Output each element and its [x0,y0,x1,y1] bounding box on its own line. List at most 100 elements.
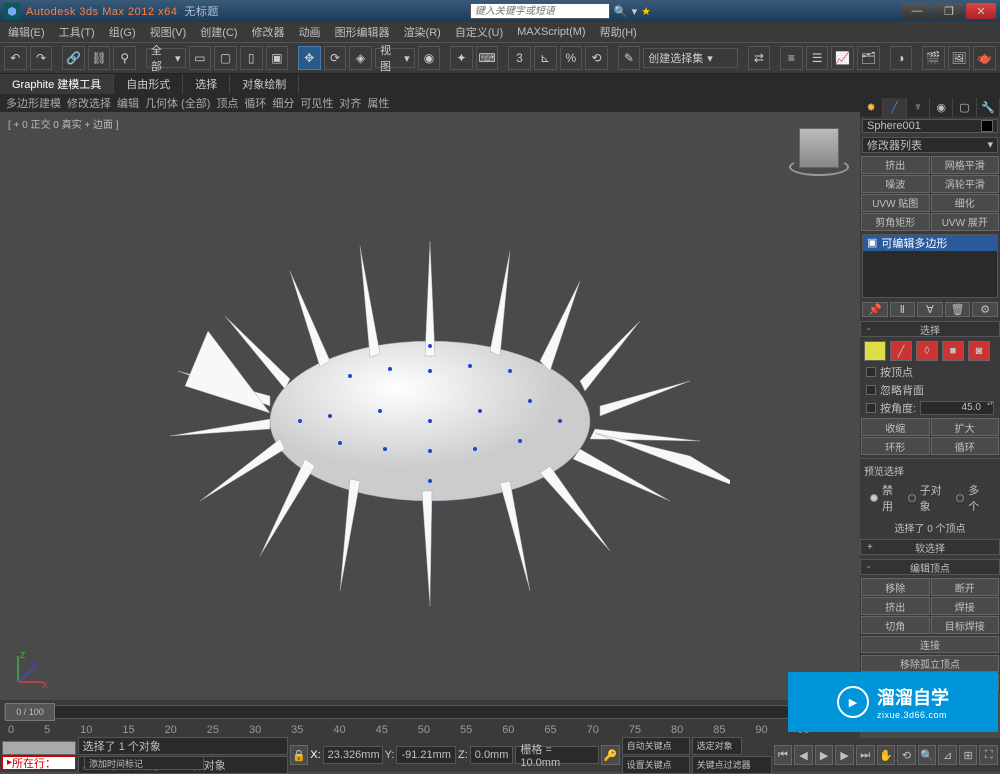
delete-mod-button[interactable]: 🗑 [945,302,971,317]
edit-named-sel-button[interactable]: ✎ [618,46,641,70]
pin-stack-button[interactable]: 📌 [862,302,888,317]
menu-views[interactable]: 视图(V) [150,24,187,40]
render-button[interactable]: 🫖 [973,46,996,70]
chamfer-button[interactable]: 切角 [861,616,930,634]
manipulate-button[interactable]: ✦ [450,46,473,70]
tab-create[interactable]: ✸ [860,98,883,117]
selkey-dropdown[interactable]: 选定对象 [692,737,742,755]
check-byvertex[interactable]: 按顶点 [860,363,1000,381]
rendered-frame-button[interactable]: 🖼 [948,46,971,70]
close-button[interactable]: ✕ [966,3,996,19]
tab-modify[interactable]: ╱ [883,98,906,117]
select-rotate-button[interactable]: ⟳ [324,46,347,70]
subtab-modsel[interactable]: 修改选择 [67,95,111,111]
radio-multi[interactable] [956,494,964,502]
mod-meshsmooth[interactable]: 网格平滑 [931,156,1000,174]
time-slider-thumb[interactable]: 0 / 100 [5,703,55,721]
search-icon[interactable]: 🔍 [614,5,628,18]
time-tag-icon[interactable]: 🔑 [601,745,620,765]
select-button[interactable]: ▭ [189,46,212,70]
menu-group[interactable]: 组(G) [109,24,136,40]
mod-chamferrect[interactable]: 剪角矩形 [861,213,930,231]
goto-end-button[interactable]: ⏭ [856,745,875,765]
addtime-field[interactable]: 添加时间标记 [84,756,204,770]
undo-button[interactable]: ↶ [4,46,27,70]
autokey-button[interactable]: 自动关键点 [622,737,690,755]
subtab-align[interactable]: 对齐 [339,95,361,111]
select-name-button[interactable]: ▢ [214,46,237,70]
ribbon-tab-objectpaint[interactable]: 对象绘制 [230,74,299,94]
material-editor-button[interactable]: ◑ [890,46,913,70]
menu-customize[interactable]: 自定义(U) [455,24,503,40]
snap-toggle-button[interactable]: 3 [508,46,531,70]
angle-spinner[interactable]: 45.0 [920,401,994,415]
radio-subobj[interactable] [908,494,916,502]
setkey-button[interactable]: 设置关键点 [622,756,690,774]
selection-filter-dropdown[interactable]: 全部▾ [146,48,186,68]
menu-tools[interactable]: 工具(T) [59,24,95,40]
axis-gizmo[interactable]: zxy [10,650,50,690]
nav-fov-button[interactable]: ⊿ [938,745,957,765]
loop-button[interactable]: 循环 [931,437,1000,455]
object-name-field[interactable]: Sphere001 [862,119,998,133]
subobj-poly[interactable]: ■ [942,341,964,361]
weld-button[interactable]: 焊接 [931,597,1000,615]
subobj-vertex[interactable]: ∴ [864,341,886,361]
percent-snap-button[interactable]: % [560,46,583,70]
play-button[interactable]: ▶ [815,745,834,765]
radio-disable[interactable] [870,494,878,502]
spinner-snap-button[interactable]: ⟲ [585,46,608,70]
maximize-button[interactable]: ❐ [934,3,964,19]
subobj-element[interactable]: ◙ [968,341,990,361]
check-byangle[interactable] [866,403,876,413]
select-scale-button[interactable]: ◈ [349,46,372,70]
nav-pan-button[interactable]: ✋ [877,745,896,765]
grow-button[interactable]: 扩大 [931,418,1000,436]
extrude-button[interactable]: 挤出 [861,597,930,615]
keyfilter-button[interactable]: 关键点过滤器 [692,756,772,774]
coord-x-field[interactable]: 23.326mm [323,746,383,764]
redo-button[interactable]: ↷ [30,46,53,70]
subtab-edit[interactable]: 编辑 [117,95,139,111]
subtab-geomall[interactable]: 几何体 (全部) [145,95,210,111]
keyboard-shortcut-button[interactable]: ⌨ [476,46,499,70]
shrink-button[interactable]: 收缩 [861,418,930,436]
minimize-button[interactable]: — [902,3,932,19]
refcoord-dropdown[interactable]: 视图▾ [375,48,415,68]
render-setup-button[interactable]: 🎬 [922,46,945,70]
stack-item-editablepoly[interactable]: ▣可编辑多边形 [863,235,997,251]
ribbon-tab-freeform[interactable]: 自由形式 [114,74,183,94]
menu-edit[interactable]: 编辑(E) [8,24,45,40]
mod-noise[interactable]: 噪波 [861,175,930,193]
prev-frame-button[interactable]: ◀ [794,745,813,765]
modifier-list-dropdown[interactable]: 修改器列表▾ [862,137,998,153]
next-frame-button[interactable]: ▶ [835,745,854,765]
rollout-editverts[interactable]: 编辑顶点 [860,559,1000,575]
named-selection-dropdown[interactable]: 创建选择集▾ [643,48,738,68]
window-crossing-button[interactable]: ▣ [266,46,289,70]
menu-rendering[interactable]: 渲染(R) [404,24,441,40]
remove-iso-button[interactable]: 移除孤立顶点 [861,655,999,672]
subtab-subdiv[interactable]: 细分 [272,95,294,111]
targetweld-button[interactable]: 目标焊接 [931,616,1000,634]
mod-extrude[interactable]: 挤出 [861,156,930,174]
ribbon-tab-selection[interactable]: 选择 [183,74,230,94]
menu-modifiers[interactable]: 修改器 [252,24,285,40]
app-logo-icon[interactable]: ⬢ [4,3,20,19]
align-button[interactable]: ≡ [780,46,803,70]
nav-zoom-button[interactable]: 🔍 [918,745,937,765]
show-end-button[interactable]: Ⅱ [890,302,916,317]
rollout-softsel[interactable]: 软选择 [860,539,1000,555]
unlink-button[interactable]: ⛓ [88,46,111,70]
tab-hierarchy[interactable]: ♆ [907,98,930,117]
link-button[interactable]: 🔗 [62,46,85,70]
coord-z-field[interactable]: 0.0mm [470,746,514,764]
check-ignoreback[interactable]: 忽略背面 [860,381,1000,399]
mod-uvwunwrap[interactable]: UVW 展开 [931,213,1000,231]
ring-button[interactable]: 环形 [861,437,930,455]
mod-tessellate[interactable]: 细化 [931,194,1000,212]
dropdown-icon[interactable]: ▾ [632,5,638,18]
maxscript-mini-top[interactable] [2,741,76,755]
ribbon-tab-graphite[interactable]: Graphite 建模工具 [0,74,114,94]
favorite-icon[interactable]: ★ [641,5,651,18]
